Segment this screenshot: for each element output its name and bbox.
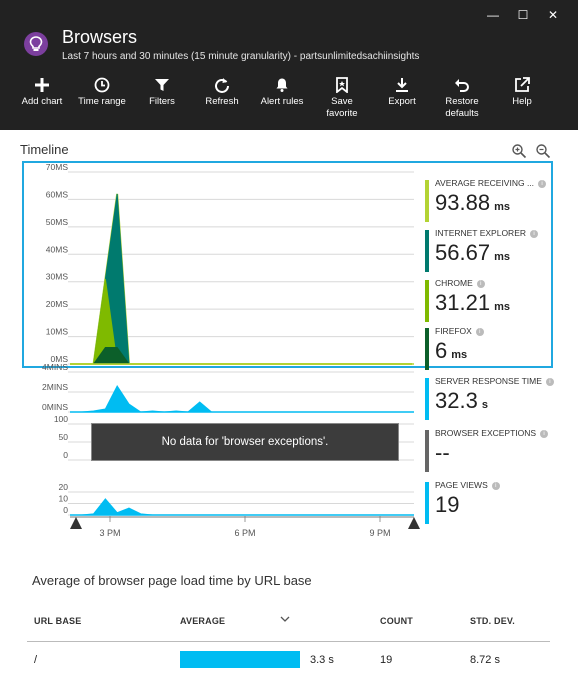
series-area-server-response-time bbox=[70, 385, 412, 413]
metric-value: 6 ms bbox=[435, 338, 468, 363]
y-tick-label: 30MS bbox=[46, 272, 69, 282]
y-tick-label: 10MS bbox=[46, 327, 69, 337]
metric-average-receiving[interactable]: AVERAGE RECEIVING ... i 93.88 ms bbox=[425, 178, 551, 224]
range-handle-left[interactable] bbox=[70, 517, 82, 529]
metric-chrome[interactable]: CHROME i 31.21 ms bbox=[425, 278, 551, 324]
y-tick-label: 60MS bbox=[46, 189, 69, 199]
y-tick-label: 4MINS bbox=[42, 362, 68, 372]
metric-browser-exceptions[interactable]: BROWSER EXCEPTIONS i -- bbox=[425, 428, 551, 474]
metric-firefox[interactable]: FIREFOX i 6 ms bbox=[425, 326, 551, 372]
metric-label: CHROME i bbox=[435, 278, 485, 288]
col-header-std-dev[interactable]: STD. DEV. bbox=[470, 616, 515, 626]
info-icon[interactable]: i bbox=[491, 482, 500, 490]
y-tick-label: 50 bbox=[59, 432, 69, 442]
y-tick-label: 100 bbox=[54, 414, 68, 424]
cell-url-base: / bbox=[34, 654, 38, 666]
x-tick-label: 9 PM bbox=[369, 528, 390, 538]
cell-average: 3.3 s bbox=[310, 654, 334, 666]
y-tick-label: 50MS bbox=[46, 217, 69, 227]
y-tick-label: 0 bbox=[63, 505, 68, 515]
average-bar bbox=[180, 651, 300, 668]
col-header-count[interactable]: COUNT bbox=[380, 616, 413, 626]
metric-value: 56.67 ms bbox=[435, 240, 510, 265]
col-header-url-base[interactable]: URL BASE bbox=[34, 616, 81, 626]
col-header-average[interactable]: AVERAGE bbox=[180, 616, 225, 626]
y-tick-label: 0MINS bbox=[42, 402, 68, 412]
metric-label: PAGE VIEWS i bbox=[435, 480, 500, 490]
info-icon[interactable]: i bbox=[540, 430, 549, 438]
metric-label: SERVER RESPONSE TIME i bbox=[435, 376, 554, 386]
y-tick-label: 20MS bbox=[46, 299, 69, 309]
cell-std-dev: 8.72 s bbox=[470, 654, 500, 666]
info-icon[interactable]: i bbox=[538, 180, 547, 188]
info-icon[interactable]: i bbox=[530, 230, 539, 238]
y-tick-label: 2MINS bbox=[42, 382, 68, 392]
y-tick-label: 40MS bbox=[46, 244, 69, 254]
no-data-message: No data for 'browser exceptions'. bbox=[91, 423, 399, 461]
y-tick-label: 10 bbox=[59, 494, 69, 504]
metric-color-bar bbox=[425, 180, 429, 222]
metric-label: AVERAGE RECEIVING ... i bbox=[435, 178, 547, 188]
metric-label: FIREFOX i bbox=[435, 326, 484, 336]
series-area-page-views bbox=[70, 498, 412, 516]
metric-label: BROWSER EXCEPTIONS i bbox=[435, 428, 549, 438]
info-icon[interactable]: i bbox=[475, 328, 484, 336]
y-tick-label: 70MS bbox=[46, 162, 69, 172]
metric-server-response-time[interactable]: SERVER RESPONSE TIME i 32.3 s bbox=[425, 376, 554, 422]
metric-value: 31.21 ms bbox=[435, 290, 510, 315]
metric-label: INTERNET EXPLORER i bbox=[435, 228, 539, 238]
metric-internet-explorer[interactable]: INTERNET EXPLORER i 56.67 ms bbox=[425, 228, 551, 274]
y-tick-label: 0 bbox=[63, 450, 68, 460]
metric-color-bar bbox=[425, 230, 429, 272]
cell-count: 19 bbox=[380, 654, 393, 666]
metric-color-bar bbox=[425, 378, 429, 420]
info-icon[interactable]: i bbox=[545, 378, 554, 386]
metric-value: 32.3 s bbox=[435, 388, 488, 413]
sort-chevron-down-icon[interactable] bbox=[280, 615, 290, 623]
metric-page-views[interactable]: PAGE VIEWS i 19 bbox=[425, 480, 551, 526]
range-handle-right[interactable] bbox=[408, 517, 420, 529]
table-title: Average of browser page load time by URL… bbox=[32, 573, 312, 588]
series-area-internet-explorer bbox=[70, 193, 412, 365]
metric-value: 93.88 ms bbox=[435, 190, 510, 215]
metric-value: 19 bbox=[435, 492, 460, 517]
info-icon[interactable]: i bbox=[476, 280, 485, 288]
y-tick-label: 20 bbox=[59, 482, 69, 492]
metric-color-bar bbox=[425, 430, 429, 472]
x-tick-label: 3 PM bbox=[99, 528, 120, 538]
metric-color-bar bbox=[425, 482, 429, 524]
metric-value: -- bbox=[435, 440, 450, 465]
metric-color-bar bbox=[425, 328, 429, 370]
x-tick-label: 6 PM bbox=[234, 528, 255, 538]
metric-color-bar bbox=[425, 280, 429, 322]
table-header-divider bbox=[27, 641, 550, 642]
